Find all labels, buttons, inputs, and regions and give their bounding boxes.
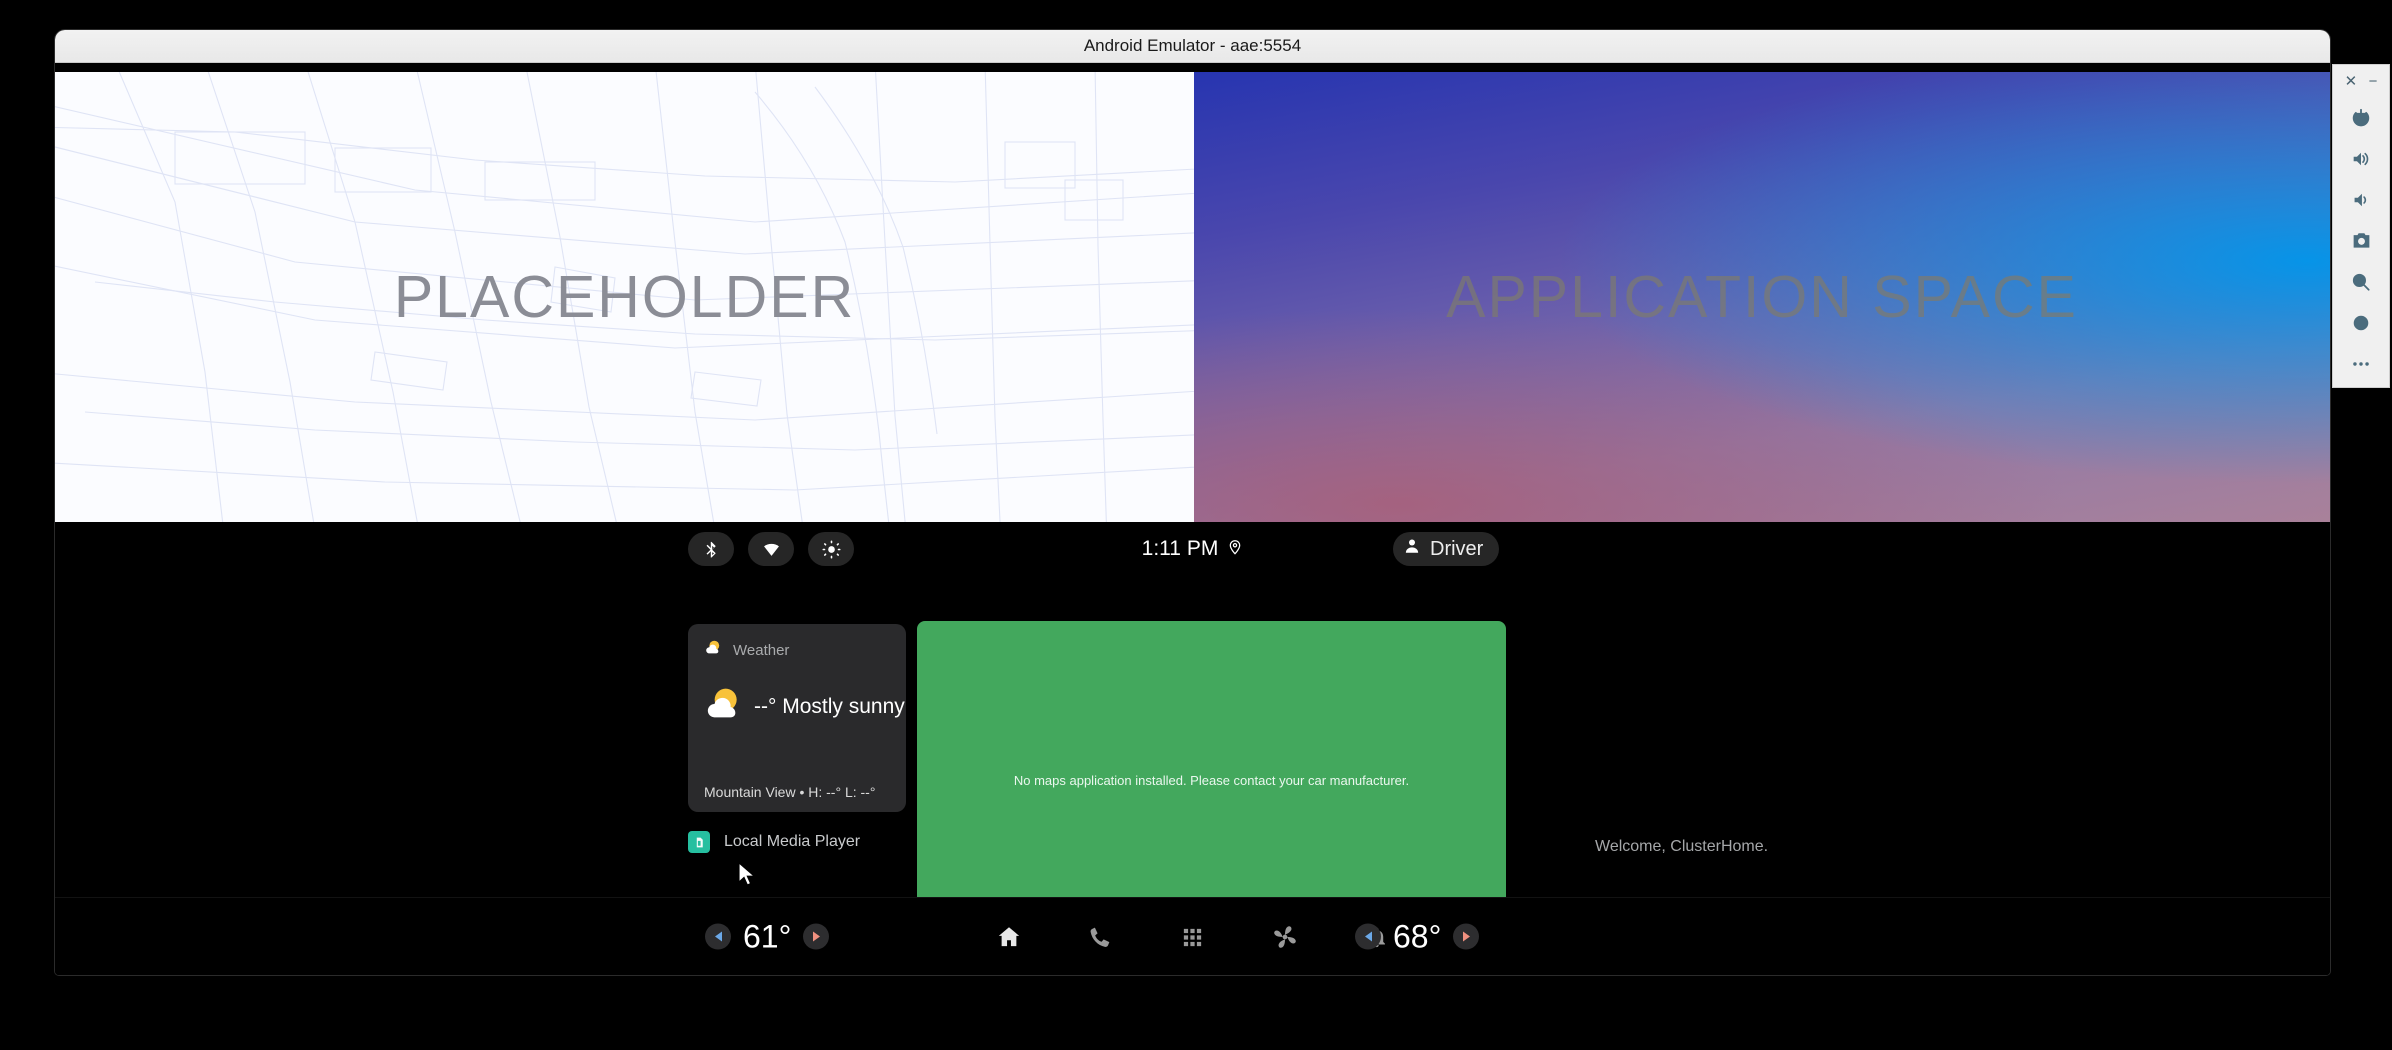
weather-location-hilo: Mountain View • H: --° L: --° [704, 784, 876, 800]
emulator-side-toolbar: ✕ − [2332, 64, 2390, 388]
passenger-temp-increase-button[interactable] [1453, 923, 1480, 950]
partly-sunny-large-icon [704, 684, 744, 729]
chevron-right-icon [1462, 931, 1470, 942]
passenger-temp-value: 68° [1393, 918, 1442, 954]
top-area: PLACEHOLDER APPLICATION SPACE [55, 72, 2330, 522]
zoom-icon[interactable] [2339, 261, 2383, 302]
power-icon[interactable] [2339, 97, 2383, 138]
passenger-temp-decrease-button[interactable] [1355, 923, 1381, 950]
weather-condition: --° Mostly sunny [754, 694, 905, 718]
weather-card[interactable]: Weather --° Mostly sunny Mountain View •… [688, 624, 906, 812]
volume-up-icon[interactable] [2339, 138, 2383, 179]
weather-card-title: Weather [733, 641, 790, 659]
close-icon[interactable]: ✕ [2345, 74, 2358, 89]
volume-down-icon[interactable] [2339, 179, 2383, 220]
status-clock: 1:11 PM [1141, 537, 1219, 560]
cluster-welcome-text: Welcome, ClusterHome. [1595, 838, 1769, 855]
local-media-player-icon [688, 831, 710, 853]
application-space-panel[interactable]: APPLICATION SPACE [1194, 72, 2330, 522]
apps-grid-icon[interactable] [1176, 920, 1210, 954]
partly-sunny-icon [704, 638, 723, 662]
device-screen: PLACEHOLDER APPLICATION SPACE 1:11 PM Dr… [55, 63, 2330, 975]
passenger-temp-control: 68° [1355, 918, 1480, 955]
chevron-left-icon [1364, 931, 1372, 942]
more-icon[interactable] [2339, 343, 2383, 384]
minimize-icon[interactable]: − [2369, 74, 2378, 89]
status-center: 1:11 PM [55, 522, 2330, 576]
application-space-label: APPLICATION SPACE [1446, 264, 2078, 330]
window-titlebar[interactable]: Android Emulator - aae:5554 [55, 30, 2330, 63]
rotate-icon[interactable] [2339, 302, 2383, 343]
person-icon [1403, 537, 1421, 561]
home-icon[interactable] [992, 920, 1026, 954]
local-media-player-label: Local Media Player [724, 833, 861, 850]
phone-icon[interactable] [1084, 920, 1118, 954]
nav-icon-group [55, 898, 2330, 975]
weather-card-body: --° Mostly sunny [704, 684, 905, 729]
emulator-window: Android Emulator - aae:5554 PLACEHOLDER … [55, 30, 2330, 975]
status-right: Driver [1393, 532, 1500, 566]
driver-label: Driver [1430, 537, 1484, 560]
maps-panel[interactable]: No maps application installed. Please co… [917, 621, 1506, 939]
toolbar-window-buttons: ✕ − [2333, 71, 2389, 97]
map-placeholder-label: PLACEHOLDER [393, 264, 856, 330]
camera-icon[interactable] [2339, 220, 2383, 261]
nav-bar: 61° 68° [55, 897, 2330, 975]
maps-missing-message: No maps application installed. Please co… [1013, 772, 1410, 788]
location-pin-icon [1227, 537, 1243, 562]
weather-card-header: Weather [704, 638, 890, 662]
mouse-cursor [738, 861, 760, 890]
local-media-player-item[interactable]: Local Media Player [688, 831, 860, 853]
map-placeholder-panel[interactable]: PLACEHOLDER [55, 72, 1194, 522]
fan-icon[interactable] [1268, 920, 1302, 954]
driver-profile-button[interactable]: Driver [1393, 532, 1500, 566]
window-title: Android Emulator - aae:5554 [1083, 36, 1302, 55]
status-bar: 1:11 PM Driver [55, 522, 2330, 576]
